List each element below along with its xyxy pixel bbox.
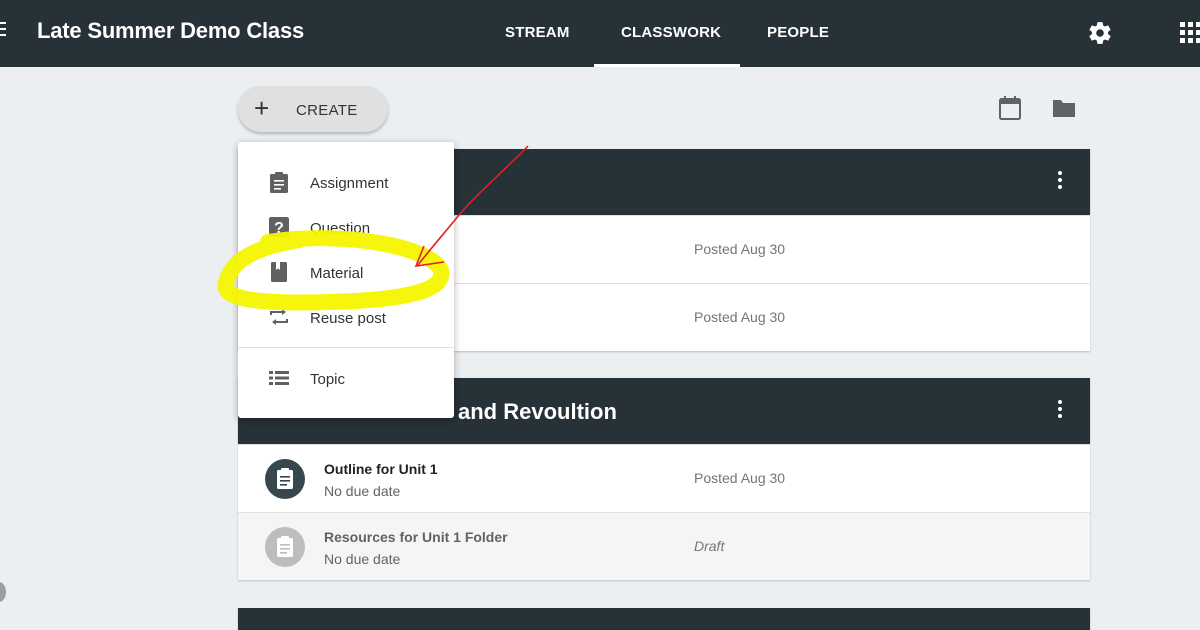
menu-item-label: Reuse post (310, 310, 386, 327)
item-status: Posted Aug 30 (694, 241, 786, 257)
gear-icon[interactable] (1087, 20, 1113, 46)
top-app-bar: Late Summer Demo Class STREAM CLASSWORK … (0, 0, 1200, 67)
folder-icon[interactable] (1051, 97, 1077, 119)
item-status: Posted Aug 30 (694, 470, 786, 486)
menu-item-question[interactable]: ? Question (238, 208, 454, 248)
assignment-icon (265, 527, 305, 567)
list-item[interactable]: Outline for Unit 1 No due date Posted Au… (238, 444, 1090, 512)
item-due: No due date (324, 551, 401, 567)
menu-item-label: Assignment (310, 175, 389, 192)
tab-classwork[interactable]: CLASSWORK (621, 24, 721, 41)
item-status: Draft (694, 538, 725, 554)
material-book-icon (271, 262, 287, 282)
plus-icon: + (254, 93, 270, 123)
tab-stream[interactable]: STREAM (505, 24, 570, 41)
create-button[interactable]: + CREATE (238, 86, 388, 132)
topic-title: and Revoultion (458, 399, 617, 424)
menu-item-label: Material (310, 265, 364, 282)
class-title[interactable]: Late Summer Demo Class (37, 18, 304, 44)
menu-item-label: Question (310, 220, 371, 237)
more-vert-icon[interactable] (1056, 171, 1064, 195)
menu-item-topic[interactable]: Topic (238, 359, 454, 399)
create-menu: Assignment ? Question Material Reuse pos… (238, 142, 454, 418)
topic-card (238, 608, 1090, 630)
calendar-icon[interactable] (998, 95, 1022, 121)
more-vert-icon[interactable] (1056, 400, 1064, 424)
item-due: No due date (324, 483, 401, 499)
active-tab-indicator (594, 64, 740, 67)
hamburger-icon[interactable] (0, 22, 10, 42)
apps-grid-icon[interactable] (1180, 22, 1200, 44)
list-item[interactable]: Resources for Unit 1 Folder No due date … (238, 512, 1090, 580)
menu-item-reuse-post[interactable]: Reuse post (238, 298, 454, 338)
tab-people[interactable]: PEOPLE (767, 24, 829, 41)
question-icon: ? (269, 217, 289, 237)
item-status: Posted Aug 30 (694, 309, 786, 325)
topic-list-icon (269, 371, 289, 385)
assignment-icon (270, 172, 288, 193)
item-title: Outline for Unit 1 (324, 461, 438, 477)
menu-item-label: Topic (310, 371, 346, 388)
create-label: CREATE (296, 102, 358, 119)
menu-divider (238, 347, 454, 348)
reuse-icon (270, 309, 288, 325)
assignment-icon (265, 459, 305, 499)
menu-item-material[interactable]: Material (238, 253, 454, 293)
menu-item-assignment[interactable]: Assignment (238, 163, 454, 203)
item-title: Resources for Unit 1 Folder (324, 529, 508, 545)
svg-text:?: ? (274, 220, 284, 237)
side-handle (0, 582, 6, 602)
